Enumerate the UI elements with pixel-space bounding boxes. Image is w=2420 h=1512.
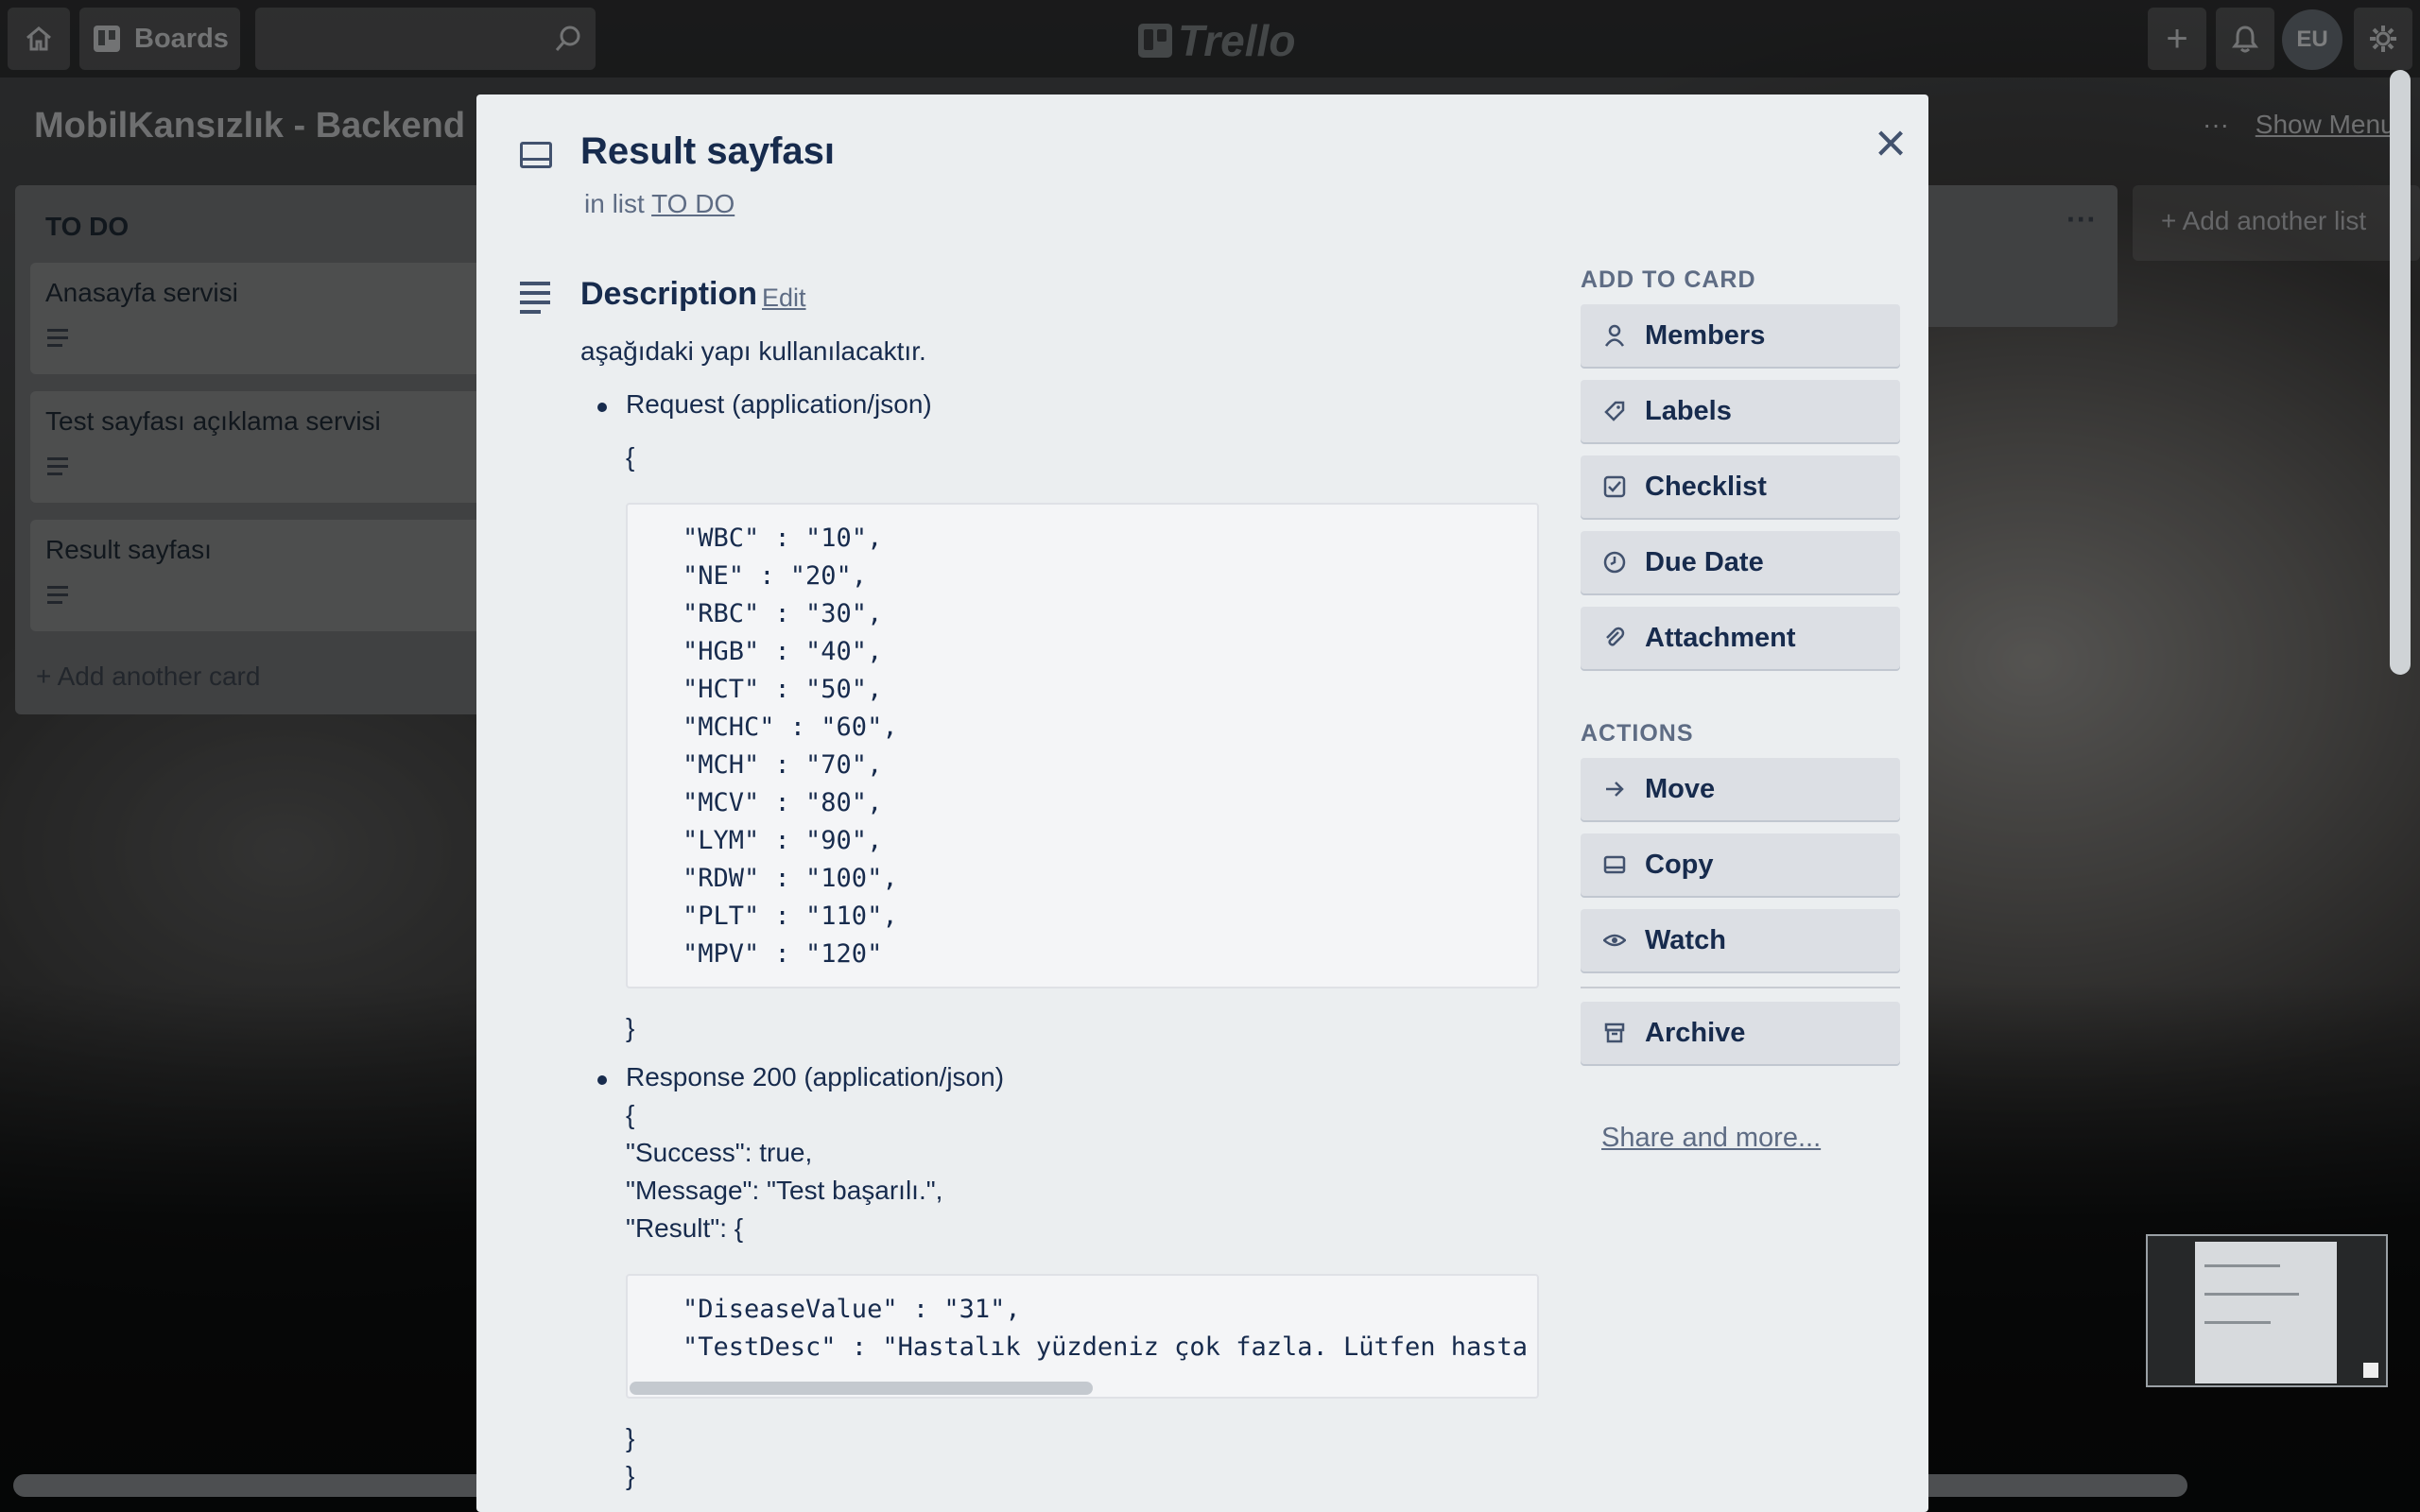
actions-divider — [1581, 987, 1900, 988]
labels-label: Labels — [1645, 395, 1732, 426]
response-code-block[interactable]: "DiseaseValue" : "31", "TestDesc" : "Has… — [626, 1274, 1539, 1399]
code-line: "TestDesc" : "Hastalık yüzdeniz çok fazl… — [683, 1332, 1529, 1362]
attachment-button[interactable]: Attachment — [1581, 607, 1900, 669]
clock-icon — [1603, 551, 1626, 574]
response-line: "Success": true, — [626, 1138, 813, 1167]
bullet-point — [597, 1075, 607, 1085]
close-icon: × — [1875, 112, 1907, 174]
actions-heading: ACTIONS — [1581, 720, 1694, 747]
response-line: { — [626, 1100, 635, 1129]
minimap-line — [2204, 1264, 2280, 1267]
watch-label: Watch — [1645, 924, 1726, 955]
code-line: "LYM" : "90", — [683, 826, 883, 855]
code-line: "HGB" : "40", — [683, 637, 883, 666]
code-line: "HCT" : "50", — [683, 675, 883, 704]
response-line: "Message": "Test başarılı.", — [626, 1176, 943, 1205]
code-line: "NE" : "20", — [683, 561, 868, 591]
move-button[interactable]: Move — [1581, 758, 1900, 820]
minimap-viewport[interactable] — [2363, 1363, 2378, 1378]
attachment-label: Attachment — [1645, 622, 1796, 653]
board-minimap[interactable] — [2146, 1234, 2388, 1387]
list-name-link[interactable]: TO DO — [651, 189, 735, 218]
description-icon — [520, 282, 550, 319]
members-button[interactable]: Members — [1581, 304, 1900, 367]
card-detail-modal: Result sayfası in list TO DO × Descripti… — [476, 94, 1928, 1512]
minimap-line — [2204, 1321, 2271, 1324]
labels-button[interactable]: Labels — [1581, 380, 1900, 442]
close-button[interactable]: × — [1864, 116, 1917, 171]
paperclip-icon — [1603, 627, 1626, 649]
edit-description-link[interactable]: Edit — [762, 284, 806, 313]
card-list-info: in list TO DO — [584, 189, 735, 219]
code-line: "MCHC" : "60", — [683, 713, 898, 742]
code-line: "WBC" : "10", — [683, 524, 883, 553]
code-line: "RBC" : "30", — [683, 599, 883, 628]
response-line: "Result": { — [626, 1213, 744, 1243]
eye-icon — [1603, 929, 1626, 952]
checklist-label: Checklist — [1645, 471, 1767, 502]
description-intro: aşağıdaki yapı kullanılacaktır. — [580, 336, 926, 366]
checkbox-icon — [1603, 475, 1626, 498]
request-label: Request (application/json) — [626, 389, 932, 419]
move-label: Move — [1645, 773, 1716, 804]
add-to-card-heading: ADD TO CARD — [1581, 266, 1756, 293]
request-open-brace: { — [626, 442, 635, 472]
arrow-right-icon — [1603, 778, 1626, 800]
watch-button[interactable]: Watch — [1581, 909, 1900, 971]
card-icon — [520, 142, 552, 168]
due-date-button[interactable]: Due Date — [1581, 531, 1900, 593]
share-and-more-link[interactable]: Share and more... — [1601, 1123, 1821, 1154]
bullet-point — [597, 403, 607, 412]
tag-icon — [1603, 400, 1626, 422]
card-icon — [1603, 853, 1626, 876]
code-line: "MPV" : "120" — [683, 939, 883, 969]
copy-button[interactable]: Copy — [1581, 833, 1900, 896]
archive-icon — [1603, 1022, 1626, 1044]
code-line: "MCV" : "80", — [683, 788, 883, 817]
window-vertical-scrollbar[interactable] — [2390, 70, 2411, 675]
person-icon — [1603, 324, 1626, 347]
checklist-button[interactable]: Checklist — [1581, 455, 1900, 518]
due-date-label: Due Date — [1645, 546, 1764, 577]
archive-label: Archive — [1645, 1017, 1746, 1048]
description-heading: Description — [580, 276, 758, 312]
copy-label: Copy — [1645, 849, 1714, 880]
minimap-modal — [2195, 1242, 2337, 1383]
code-horizontal-scrollbar[interactable] — [630, 1382, 1093, 1395]
response-label: Response 200 (application/json) — [626, 1062, 1005, 1091]
minimap-line — [2204, 1293, 2299, 1296]
members-label: Members — [1645, 319, 1766, 351]
request-code-block[interactable]: "WBC" : "10", "NE" : "20", "RBC" : "30",… — [626, 503, 1539, 988]
code-line: "PLT" : "110", — [683, 902, 898, 931]
response-close-brace: } — [626, 1461, 635, 1490]
in-list-prefix: in list — [584, 189, 645, 218]
request-close-brace: } — [626, 1013, 635, 1042]
response-close-brace: } — [626, 1423, 635, 1452]
archive-button[interactable]: Archive — [1581, 1002, 1900, 1064]
code-line: "RDW" : "100", — [683, 864, 898, 893]
code-line: "DiseaseValue" : "31", — [683, 1295, 1021, 1324]
card-title-heading[interactable]: Result sayfası — [580, 130, 835, 173]
code-line: "MCH" : "70", — [683, 750, 883, 780]
